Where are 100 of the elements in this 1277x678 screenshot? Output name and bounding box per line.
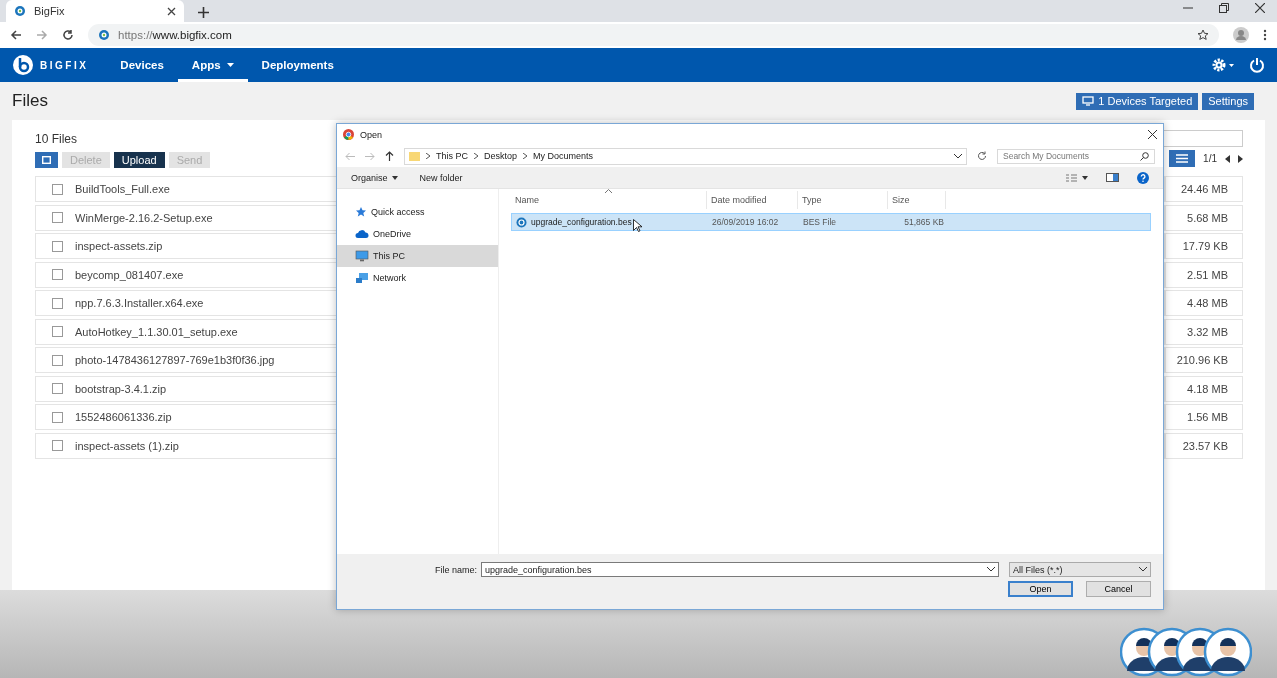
action-button[interactable]: Upload: [113, 152, 165, 168]
help-icon[interactable]: [1137, 171, 1149, 184]
row-checkbox[interactable]: [52, 411, 63, 423]
row-checkbox[interactable]: [52, 212, 63, 223]
nav-pane-item[interactable]: This PC: [337, 245, 498, 267]
devices-targeted-button[interactable]: 1 Devices Targeted: [1076, 92, 1199, 110]
caret-icon: [226, 63, 234, 67]
path-segment[interactable]: This PC: [436, 151, 468, 161]
row-checkbox[interactable]: [52, 383, 63, 394]
list-view-button[interactable]: [1169, 150, 1196, 167]
page-indicator: 1/1: [1203, 153, 1217, 164]
column-header[interactable]: Type: [798, 191, 888, 209]
chevron-down-icon[interactable]: [954, 153, 962, 159]
list-icon: [1176, 154, 1189, 163]
type-cell-text: BES File: [802, 216, 838, 229]
date-cell-text: 26/09/2019 16:02: [711, 216, 780, 229]
page-title: Files: [12, 91, 48, 111]
browser-tab[interactable]: BigFix: [6, 0, 184, 22]
site-icon: [14, 5, 26, 17]
file-name: beycomp_081407.exe: [75, 268, 184, 281]
file-name: WinMerge-2.16.2-Setup.exe: [75, 211, 213, 224]
address-field[interactable]: This PC Desktop My Documents: [404, 147, 967, 165]
row-checkbox[interactable]: [52, 297, 63, 309]
network-icon: [355, 272, 369, 284]
url-text: https://www.bigfix.com: [118, 29, 232, 41]
row-checkbox[interactable]: [52, 183, 63, 195]
more-icon[interactable]: [1263, 29, 1267, 41]
column-header[interactable]: Name: [511, 191, 707, 209]
file-size: 24.46 MB: [1165, 176, 1243, 202]
row-checkbox[interactable]: [52, 240, 63, 252]
folder-icon: [409, 151, 420, 161]
file-size: 5.68 MB: [1165, 204, 1243, 231]
settings-icon[interactable]: [1211, 57, 1235, 73]
app-icon: [343, 129, 354, 140]
file-size: 4.48 MB: [1165, 290, 1243, 316]
file-name: photo-1478436127897-769e1b3f0f36.jpg: [75, 354, 275, 366]
search-field[interactable]: Search My Documents: [997, 148, 1155, 164]
nav-item[interactable]: Deployments: [247, 48, 348, 82]
close-icon[interactable]: [1255, 3, 1265, 13]
file-size: 2.51 MB: [1165, 261, 1243, 288]
file-name-label: File name:: [434, 564, 477, 575]
row-checkbox[interactable]: [52, 326, 63, 337]
row-checkbox[interactable]: [52, 269, 63, 280]
back-icon[interactable]: [10, 29, 22, 41]
power-icon[interactable]: [1249, 57, 1265, 73]
row-checkbox[interactable]: [52, 354, 63, 366]
file-size: 23.57 KB: [1165, 432, 1243, 459]
preview-pane-icon[interactable]: [1106, 173, 1119, 182]
column-header[interactable]: Date modified: [707, 191, 798, 209]
column-header[interactable]: Size: [888, 191, 946, 209]
file-row[interactable]: upgrade_configuration.bes 26/09/2019 16:02 BES File 51,865 KB: [511, 213, 1151, 231]
tab-title: BigFix: [34, 5, 66, 17]
file-size: 3.32 MB: [1165, 318, 1243, 345]
reload-icon[interactable]: [62, 29, 74, 41]
file-name: upgrade_configuration.bes: [531, 217, 632, 227]
close-icon[interactable]: [167, 6, 176, 16]
file-name-field[interactable]: upgrade_configuration.bes: [481, 562, 999, 577]
chevron-icon: [426, 153, 430, 159]
settings-button[interactable]: Settings: [1202, 92, 1254, 110]
plus-icon[interactable]: [198, 7, 209, 18]
file-name: AutoHotkey_1.1.30.01_setup.exe: [75, 325, 238, 338]
refresh-icon[interactable]: [977, 151, 987, 161]
dialog-title: Open: [360, 129, 383, 140]
nav-item[interactable]: Apps: [177, 48, 248, 82]
monitor-icon: [355, 250, 369, 262]
toolbar-button[interactable]: New folder: [419, 172, 463, 183]
address-bar[interactable]: https://www.bigfix.com: [88, 24, 1219, 46]
site-icon: [98, 29, 110, 41]
logo-icon: [12, 54, 34, 76]
star-icon: [355, 206, 367, 218]
star-icon[interactable]: [1197, 29, 1209, 41]
file-size: 210.96 KB: [1165, 347, 1243, 373]
dialog-button[interactable]: Open: [1008, 581, 1073, 597]
chevron-down-icon: [987, 567, 995, 572]
next-icon[interactable]: [1238, 154, 1243, 163]
profile-icon[interactable]: [1233, 27, 1249, 43]
cursor-icon: [633, 219, 642, 232]
file-type-dropdown[interactable]: All Files (*.*): [1009, 562, 1151, 577]
chevron-icon: [474, 153, 478, 159]
dialog-button[interactable]: Cancel: [1086, 581, 1151, 597]
nav-pane-item[interactable]: Network: [337, 267, 498, 289]
nav-pane-item[interactable]: OneDrive: [337, 223, 498, 245]
restore-icon[interactable]: [1219, 3, 1229, 13]
file-size: 17.79 KB: [1165, 233, 1243, 259]
nav-item[interactable]: Devices: [106, 48, 178, 82]
file-count: 10 Files: [35, 132, 79, 146]
select-all-button[interactable]: [35, 152, 58, 168]
close-icon[interactable]: [1148, 130, 1157, 139]
toolbar-button[interactable]: Organise: [351, 172, 398, 183]
up-icon[interactable]: [385, 151, 394, 161]
view-icon[interactable]: [1066, 173, 1088, 182]
row-checkbox[interactable]: [52, 440, 63, 451]
file-name: npp.7.6.3.Installer.x64.exe: [75, 297, 204, 309]
square-icon: [42, 156, 51, 164]
chevron-down-icon: [1139, 567, 1147, 572]
path-segment[interactable]: Desktop: [484, 151, 518, 161]
nav-pane-item[interactable]: Quick access: [337, 201, 498, 223]
path-segment[interactable]: My Documents: [533, 151, 594, 161]
prev-icon[interactable]: [1225, 154, 1230, 163]
file-size: 4.18 MB: [1165, 375, 1243, 402]
